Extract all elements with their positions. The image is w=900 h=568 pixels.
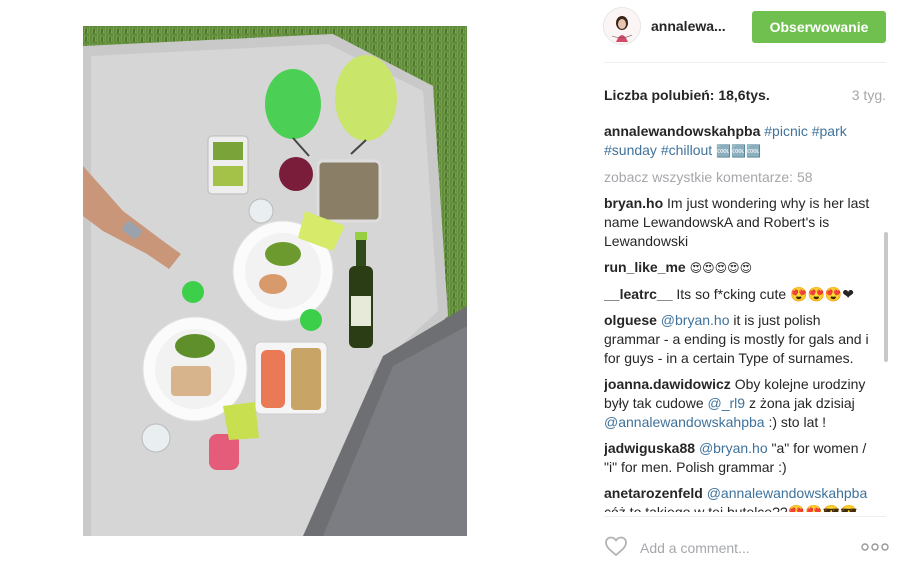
comment-mention[interactable]: @bryan.ho bbox=[699, 440, 768, 456]
post-photo[interactable] bbox=[83, 26, 467, 536]
caption-emoji: 🆒🆒🆒 bbox=[716, 144, 761, 158]
comment-text: :) sto lat ! bbox=[768, 414, 827, 430]
scrollbar-thumb[interactable] bbox=[884, 232, 888, 362]
comment-username[interactable]: jadwiguska88 bbox=[604, 440, 695, 456]
likes-label: Liczba polubień: bbox=[604, 87, 715, 103]
comment-username[interactable]: __leatrc__ bbox=[604, 286, 673, 302]
follow-button[interactable]: Obserwowanie bbox=[752, 11, 886, 43]
post-side-panel: annalewa... Obserwowanie Liczba polubień… bbox=[588, 0, 900, 568]
comment-text: z żona jak dzisiaj bbox=[748, 395, 855, 411]
comments-scrollbar[interactable] bbox=[884, 122, 888, 512]
comment-username[interactable]: bryan.ho bbox=[604, 195, 663, 211]
likes-count[interactable]: 18,6tys. bbox=[718, 87, 769, 103]
list-item: __leatrc__ Its so f*cking cute 😍😍😍❤ bbox=[604, 285, 874, 304]
comment-text: Its so f*cking cute 😍😍😍❤ bbox=[676, 286, 855, 302]
comment-mention[interactable]: @annalewandowskahpba bbox=[707, 485, 868, 501]
picnic-photo-image bbox=[83, 26, 467, 536]
comments-list[interactable]: annalewandowskahpba #picnic #park #sunda… bbox=[604, 122, 874, 512]
comment-username[interactable]: anetarozenfeld bbox=[604, 485, 703, 501]
comment-username[interactable]: olguese bbox=[604, 312, 657, 328]
list-item: bryan.ho Im just wondering why is her la… bbox=[604, 194, 874, 251]
view-all-comments-link[interactable]: zobacz wszystkie komentarze: 58 bbox=[604, 168, 874, 187]
post-header: annalewa... Obserwowanie bbox=[588, 0, 900, 62]
profile-avatar-icon bbox=[604, 8, 640, 44]
comment-mention[interactable]: @_rl9 bbox=[708, 395, 746, 411]
list-item: joanna.dawidowicz Oby kolejne urodziny b… bbox=[604, 375, 874, 432]
caption-username[interactable]: annalewandowskahpba bbox=[604, 123, 760, 139]
comment-username[interactable]: joanna.dawidowicz bbox=[604, 376, 731, 392]
username-link[interactable]: annalewa... bbox=[651, 18, 726, 34]
comment-username[interactable]: run_like_me bbox=[604, 259, 686, 275]
likes-row: Liczba polubień: 18,6tys. 3 tyg. bbox=[604, 87, 886, 107]
list-item: jadwiguska88 @bryan.ho "a" for women / "… bbox=[604, 439, 874, 477]
heart-icon[interactable] bbox=[604, 535, 628, 557]
comment-mention[interactable]: @annalewandowskahpba bbox=[604, 414, 765, 430]
post-time[interactable]: 3 tyg. bbox=[852, 87, 886, 103]
comment-text: cóż to takiego w tej butelce??😍😍😎😎😎 bbox=[604, 504, 858, 512]
comment-mention[interactable]: @bryan.ho bbox=[661, 312, 730, 328]
list-item: olguese @bryan.ho it is just polish gram… bbox=[604, 311, 874, 368]
header-divider bbox=[604, 62, 886, 63]
caption: annalewandowskahpba #picnic #park #sunda… bbox=[604, 122, 874, 161]
post-footer bbox=[588, 530, 900, 566]
list-item: run_like_me 😍😍😍😍😍 bbox=[604, 258, 874, 278]
comment-text: 😍😍😍😍😍 bbox=[689, 261, 753, 275]
more-options-icon[interactable] bbox=[860, 539, 890, 555]
avatar[interactable] bbox=[603, 7, 641, 45]
list-item: anetarozenfeld @annalewandowskahpba cóż … bbox=[604, 484, 874, 512]
add-comment-input[interactable] bbox=[638, 534, 842, 562]
footer-divider bbox=[604, 516, 886, 517]
